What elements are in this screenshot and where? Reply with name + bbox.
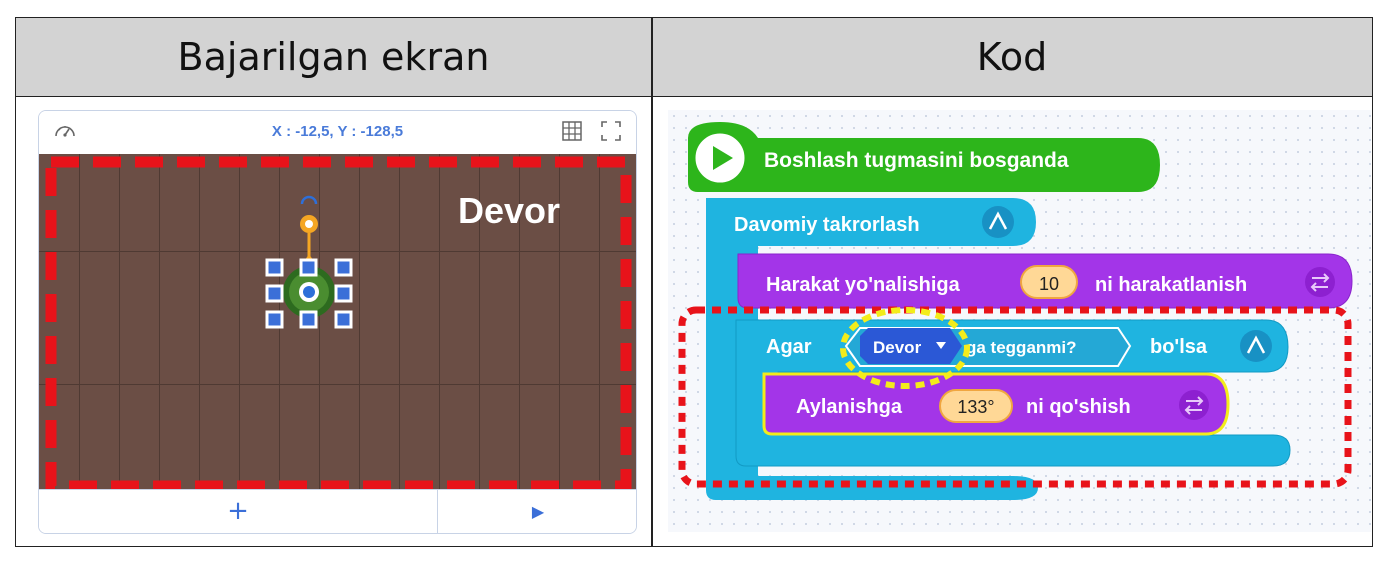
motion-icon: [1179, 390, 1209, 420]
loop-block-label: Davomiy takrorlash: [734, 214, 920, 236]
if-block-suffix: bo'lsa: [1150, 336, 1208, 358]
svg-text:10: 10: [1039, 274, 1059, 294]
add-object-button[interactable]: +: [39, 490, 438, 533]
sensor-suffix-label: ga tegganmi?: [966, 338, 1077, 357]
move-block-label: Harakat yo'nalishiga: [766, 274, 961, 296]
header-executed-screen: Bajarilgan ekran: [16, 18, 652, 97]
wall-highlight: [45, 156, 632, 492]
object-dropdown-label: Devor: [873, 338, 922, 357]
code-workspace[interactable]: Boshlash tugmasini bosganda Davomiy takr…: [668, 110, 1371, 532]
coordinate-readout: X : -12,5, Y : -128,5: [271, 123, 404, 140]
start-block-label: Boshlash tugmasini bosganda: [764, 149, 1069, 172]
move-block-suffix: ni harakatlanish: [1095, 274, 1247, 296]
fullscreen-icon[interactable]: [599, 120, 623, 144]
stage-panel: X : -12,5, Y : -128,5 Devor + ▶: [38, 110, 637, 534]
grid-icon[interactable]: [560, 120, 584, 144]
rotate-block-label: Aylanishga: [796, 396, 903, 418]
loop-icon: [982, 206, 1014, 238]
rotate-block-suffix: ni qo'shish: [1026, 396, 1131, 418]
motion-icon: [1305, 267, 1335, 297]
stage-toolbar: X : -12,5, Y : -128,5: [39, 111, 636, 155]
if-block-label: Agar: [766, 336, 812, 358]
play-button[interactable]: ▶: [438, 490, 636, 533]
svg-text:133°: 133°: [957, 397, 994, 417]
if-icon: [1240, 330, 1272, 362]
header-code: Kod: [652, 18, 1372, 97]
stage-canvas[interactable]: Devor: [39, 154, 636, 492]
column-divider: [651, 18, 653, 546]
stage-controls: + ▶: [39, 489, 636, 533]
